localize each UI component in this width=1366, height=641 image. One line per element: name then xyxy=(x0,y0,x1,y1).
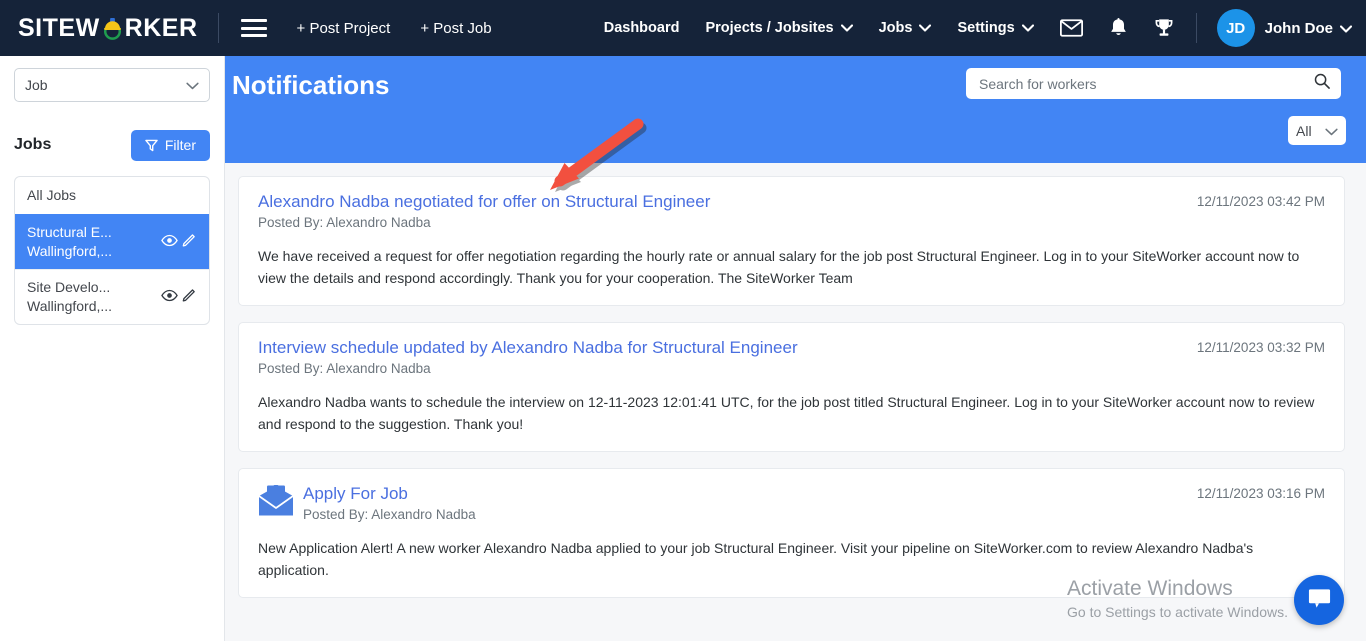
nav-label: Settings xyxy=(957,20,1015,36)
navbar-divider-2 xyxy=(1195,13,1197,43)
top-navbar: SITEW RKER + Post Project + Post Job Das… xyxy=(0,0,1366,56)
navbar-right: Dashboard Projects / Jobsites Jobs Setti… xyxy=(578,9,1366,47)
chevron-down-icon xyxy=(1339,20,1353,37)
mail-icon[interactable] xyxy=(1059,19,1083,37)
notification-body: We have received a request for offer neg… xyxy=(258,248,1300,286)
eye-icon[interactable] xyxy=(161,288,178,307)
page-header: Notifications All xyxy=(225,56,1366,163)
trophy-icon[interactable] xyxy=(1154,18,1174,39)
filter-button[interactable]: Filter xyxy=(130,129,210,161)
notification-card[interactable]: Interview schedule updated by Alexandro … xyxy=(238,322,1345,452)
notification-header: Interview schedule updated by Alexandro … xyxy=(258,337,1325,377)
logo-text-left: SITEW xyxy=(18,13,100,42)
chevron-down-icon xyxy=(186,77,199,93)
notification-title-group: Alexandro Nadba negotiated for offer on … xyxy=(258,191,1179,231)
user-name-label: John Doe xyxy=(1264,19,1333,37)
open-envelope-icon xyxy=(258,485,294,522)
chat-bubble-icon xyxy=(1307,586,1332,615)
bell-icon[interactable] xyxy=(1109,17,1128,39)
notification-timestamp: 12/11/2023 03:42 PM xyxy=(1196,194,1325,209)
notification-posted-by: Posted By: Alexandro Nadba xyxy=(258,215,431,230)
job-actions xyxy=(161,232,197,252)
filter-button-label: Filter xyxy=(164,137,196,153)
notification-filter-select[interactable]: All xyxy=(1288,116,1346,145)
logo-text-right: RKER xyxy=(124,13,198,42)
notification-card[interactable]: Alexandro Nadba negotiated for offer on … xyxy=(238,176,1345,306)
entity-type-value: Job xyxy=(25,77,48,93)
search-icon[interactable] xyxy=(1314,73,1330,94)
job-title: All Jobs xyxy=(27,187,77,203)
job-list-item-structural-engineer[interactable]: Structural E... Wallingford,... xyxy=(15,214,209,269)
sidebar: Job Jobs Filter All Jobs Structural E...… xyxy=(0,56,225,641)
jobs-section-label: Jobs xyxy=(14,136,52,153)
eye-icon[interactable] xyxy=(161,233,178,252)
search-input[interactable] xyxy=(977,74,1314,93)
job-title: Site Develo... xyxy=(27,279,111,295)
nav-item-projects-jobsites[interactable]: Projects / Jobsites xyxy=(705,20,853,36)
notification-body: New Application Alert! A new worker Alex… xyxy=(258,540,1254,578)
app-logo[interactable]: SITEW RKER xyxy=(18,14,198,43)
navbar-divider xyxy=(217,13,219,43)
user-menu[interactable]: John Doe xyxy=(1264,19,1353,37)
notification-posted-by: Posted By: Alexandro Nadba xyxy=(303,507,476,522)
notification-title[interactable]: Alexandro Nadba negotiated for offer on … xyxy=(258,191,710,212)
notification-title[interactable]: Apply For Job xyxy=(303,483,476,504)
notification-body: Alexandro Nadba wants to schedule the in… xyxy=(258,394,1315,432)
job-title: Structural E... xyxy=(27,224,112,240)
notification-title-group: Apply For Job Posted By: Alexandro Nadba xyxy=(258,483,1179,523)
page-title: Notifications xyxy=(232,70,390,100)
notification-header: Alexandro Nadba negotiated for offer on … xyxy=(258,191,1325,231)
notification-filter-value: All xyxy=(1296,122,1312,139)
chat-fab-button[interactable] xyxy=(1294,575,1344,625)
notification-posted-by: Posted By: Alexandro Nadba xyxy=(258,361,431,376)
nav-item-jobs[interactable]: Jobs xyxy=(879,20,932,36)
chevron-down-icon xyxy=(1325,123,1338,139)
sidebar-jobs-header: Jobs Filter xyxy=(14,129,210,161)
post-project-button[interactable]: + Post Project xyxy=(297,20,391,37)
nav-item-dashboard[interactable]: Dashboard xyxy=(604,20,680,36)
edit-pencil-icon[interactable] xyxy=(182,232,197,252)
nav-label: Dashboard xyxy=(603,20,680,36)
entity-type-select[interactable]: Job xyxy=(14,68,210,102)
notifications-list: Alexandro Nadba negotiated for offer on … xyxy=(225,163,1366,614)
post-job-button[interactable]: + Post Job xyxy=(420,20,491,37)
notification-timestamp: 12/11/2023 03:32 PM xyxy=(1196,340,1325,355)
chevron-down-icon xyxy=(919,20,932,36)
nav-item-settings[interactable]: Settings xyxy=(957,20,1034,36)
avatar[interactable]: JD xyxy=(1216,9,1255,47)
notification-card[interactable]: Apply For Job Posted By: Alexandro Nadba… xyxy=(238,468,1345,598)
safety-helmet-o-icon xyxy=(101,17,124,40)
job-actions xyxy=(161,287,197,307)
nav-label: Projects / Jobsites xyxy=(705,20,834,36)
job-list-item-all[interactable]: All Jobs xyxy=(15,177,209,214)
chevron-down-icon xyxy=(1021,20,1034,36)
hamburger-icon[interactable] xyxy=(240,19,267,37)
nav-label: Jobs xyxy=(878,20,913,36)
job-location: Wallingford,... xyxy=(27,243,113,259)
job-list-item-site-development[interactable]: Site Develo... Wallingford,... xyxy=(15,269,209,324)
jobs-list: All Jobs Structural E... Wallingford,...… xyxy=(14,176,210,325)
edit-pencil-icon[interactable] xyxy=(182,287,197,307)
chevron-down-icon xyxy=(840,20,853,36)
notification-title[interactable]: Interview schedule updated by Alexandro … xyxy=(258,337,798,358)
job-location: Wallingford,... xyxy=(27,298,113,314)
notification-timestamp: 12/11/2023 03:16 PM xyxy=(1196,486,1325,501)
funnel-icon xyxy=(145,139,158,152)
notification-header: Apply For Job Posted By: Alexandro Nadba… xyxy=(258,483,1325,523)
search-box[interactable] xyxy=(966,68,1341,99)
notification-title-group: Interview schedule updated by Alexandro … xyxy=(258,337,1179,377)
main-content: Notifications All Alexandro Nadba negoti… xyxy=(225,56,1366,641)
